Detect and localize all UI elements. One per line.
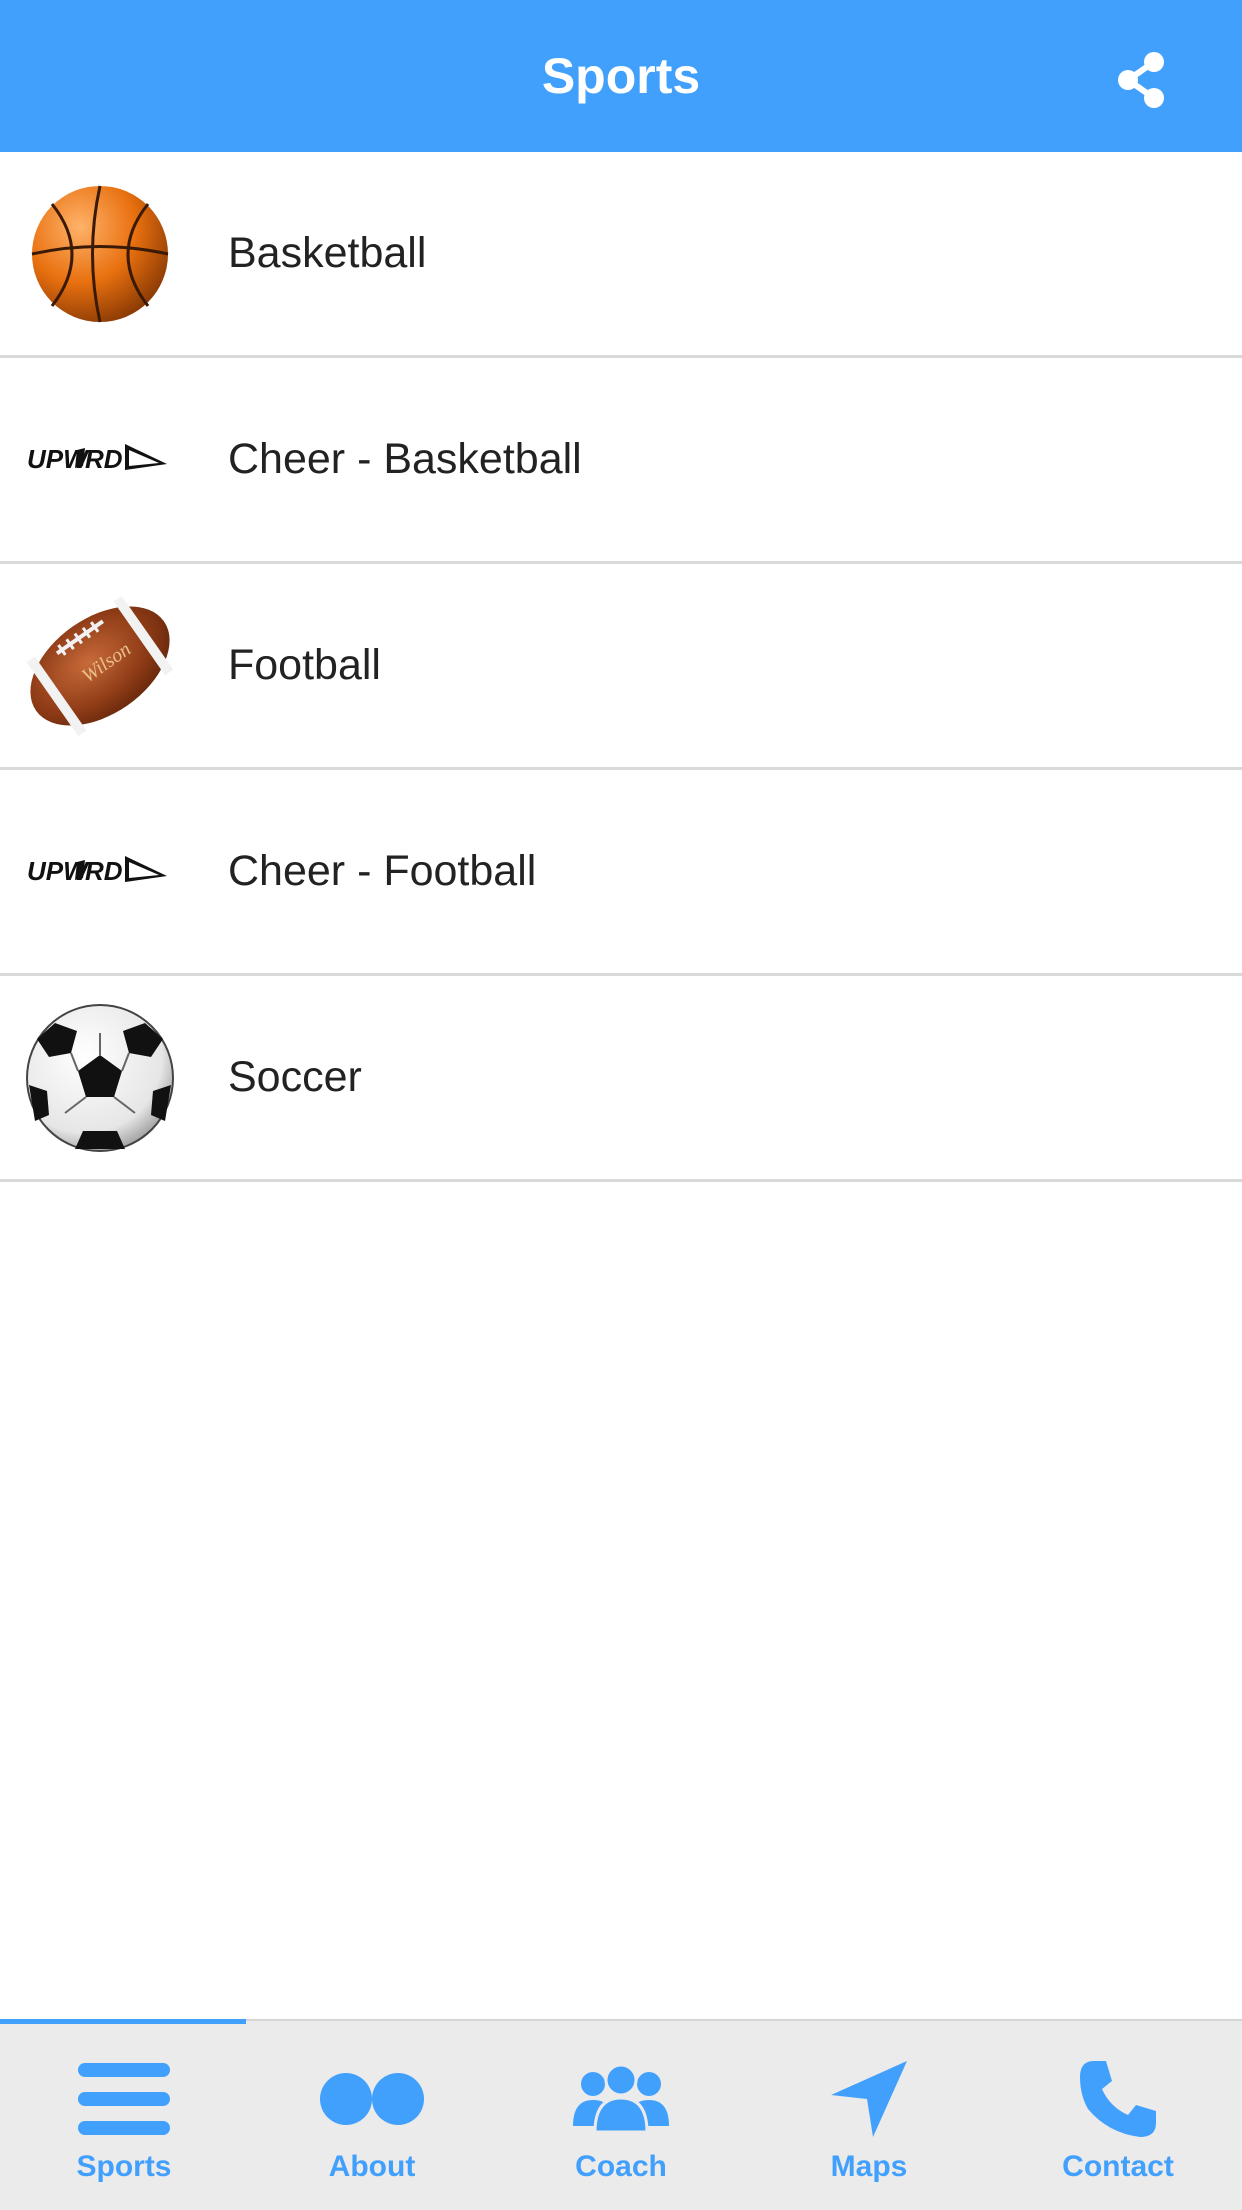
group-icon (497, 2054, 745, 2144)
about-icon (248, 2054, 496, 2144)
tab-label: Contact (1062, 2150, 1174, 2183)
sports-list: Basketball UPW RD Cheer - Basketball Wil… (0, 152, 1242, 1182)
navigation-arrow-icon (745, 2054, 993, 2144)
menu-icon (0, 2054, 248, 2144)
share-icon (1118, 52, 1164, 108)
tab-maps[interactable]: Maps (745, 2024, 993, 2208)
tab-label: Sports (76, 2150, 172, 2183)
list-item-label: Cheer - Football (228, 847, 537, 895)
list-item-label: Football (228, 641, 381, 689)
tab-label: About (328, 2150, 416, 2183)
phone-icon (994, 2054, 1242, 2144)
svg-text:RD: RD (85, 444, 123, 474)
tab-contact[interactable]: Contact (994, 2024, 1242, 2208)
upward-logo: UPW RD (20, 382, 180, 537)
share-button[interactable] (1112, 50, 1172, 110)
upward-logo: UPW RD (20, 794, 180, 949)
tab-about[interactable]: About (248, 2024, 496, 2208)
football-icon: Wilson (20, 588, 180, 743)
page-title: Sports (541, 48, 701, 104)
tab-label: Maps (830, 2150, 908, 2183)
tab-coach[interactable]: Coach (497, 2024, 745, 2208)
list-item-football[interactable]: Wilson Football (0, 564, 1242, 770)
basketball-icon (20, 176, 180, 331)
list-item-label: Cheer - Basketball (228, 435, 582, 483)
svg-text:RD: RD (85, 856, 123, 886)
list-item-basketball[interactable]: Basketball (0, 152, 1242, 358)
list-item-cheer-basketball[interactable]: UPW RD Cheer - Basketball (0, 358, 1242, 564)
list-item-cheer-football[interactable]: UPW RD Cheer - Football (0, 770, 1242, 976)
soccer-ball-icon (20, 1000, 180, 1155)
list-item-soccer[interactable]: Soccer (0, 976, 1242, 1182)
tab-sports[interactable]: Sports (0, 2024, 248, 2208)
list-item-label: Basketball (228, 229, 427, 277)
tab-label: Coach (575, 2150, 667, 2183)
list-item-label: Soccer (228, 1053, 362, 1101)
